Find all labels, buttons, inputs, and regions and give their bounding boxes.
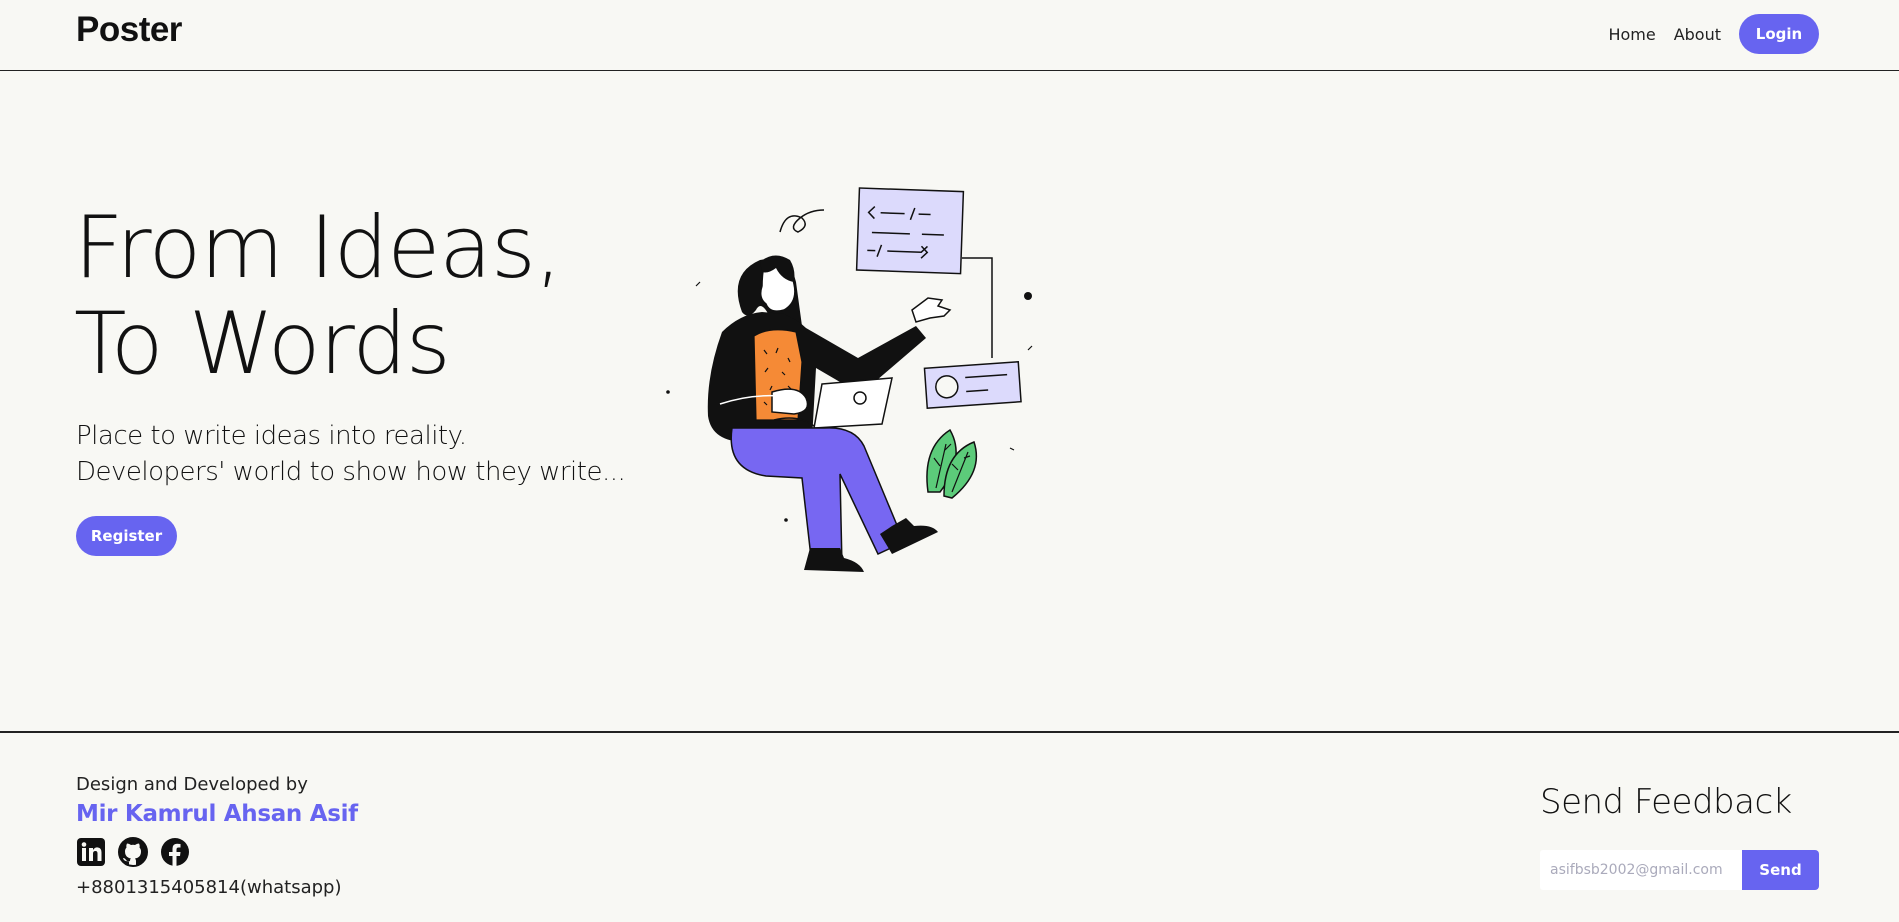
footer-divider <box>0 731 1899 733</box>
send-button[interactable]: Send <box>1742 850 1819 890</box>
feedback-title: Send Feedback <box>1540 782 1792 822</box>
credit-name: Mir Kamrul Ahsan Asif <box>76 801 358 827</box>
login-button[interactable]: Login <box>1739 14 1819 54</box>
woman-with-laptop-illustration <box>666 187 1033 572</box>
navbar: Poster Home About Login <box>0 0 1899 71</box>
nav-link-about[interactable]: About <box>1674 25 1721 44</box>
feedback-form: Send <box>1540 850 1819 890</box>
hero-subtitle-line-1: Place to write ideas into reality. <box>76 421 467 451</box>
nav-links: Home About Login <box>1608 14 1819 54</box>
phone-number: +8801315405814(whatsapp) <box>76 877 342 898</box>
hero-subtitle: Place to write ideas into reality. Devel… <box>76 418 626 490</box>
logo[interactable]: Poster <box>76 10 182 50</box>
feedback-email-input[interactable] <box>1540 850 1742 890</box>
hero-title: From Ideas, To Words <box>74 198 562 394</box>
hero-subtitle-line-2: Developers' world to show how they write… <box>76 457 626 487</box>
nav-link-home[interactable]: Home <box>1608 25 1655 44</box>
github-icon[interactable] <box>118 837 148 867</box>
register-button[interactable]: Register <box>76 516 177 556</box>
credit-label: Design and Developed by <box>76 774 308 795</box>
facebook-icon[interactable] <box>160 837 190 867</box>
hero-title-line-2: To Words <box>74 294 451 394</box>
social-links <box>76 837 202 867</box>
hero-title-line-1: From Ideas, <box>74 198 562 298</box>
linkedin-icon[interactable] <box>76 837 106 867</box>
